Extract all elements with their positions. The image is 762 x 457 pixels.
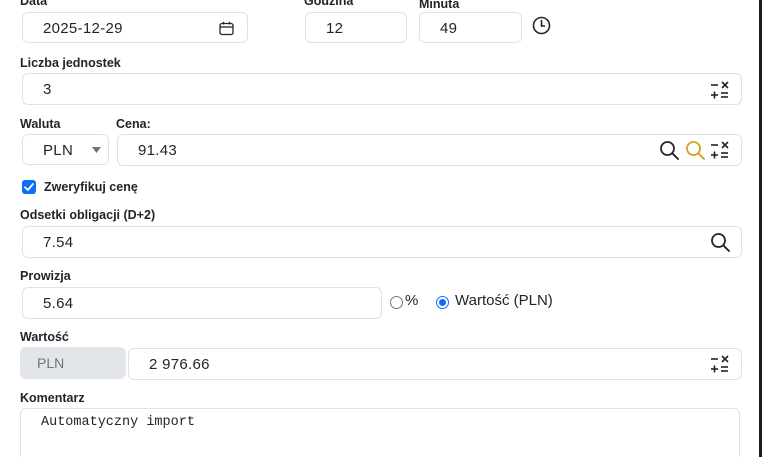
currency-label: Waluta bbox=[20, 117, 61, 131]
currency-value: PLN bbox=[43, 142, 74, 159]
calculator-icon[interactable] bbox=[710, 354, 730, 374]
bond-interest-value: 7.54 bbox=[43, 234, 74, 251]
price-label: Cena: bbox=[116, 117, 151, 131]
calculator-icon[interactable] bbox=[710, 80, 730, 100]
price-input[interactable]: 91.43 bbox=[117, 134, 742, 166]
units-input[interactable]: 3 bbox=[22, 73, 742, 105]
date-input[interactable]: 2025-12-29 bbox=[22, 12, 248, 43]
commission-value-radio[interactable] bbox=[436, 296, 449, 309]
checkmark-icon bbox=[24, 183, 34, 191]
commission-percent-radio[interactable] bbox=[390, 296, 403, 309]
minute-value: 49 bbox=[440, 20, 458, 37]
commission-percent-label[interactable]: % bbox=[405, 292, 418, 309]
total-label: Wartość bbox=[20, 330, 69, 344]
radio-selected-dot bbox=[439, 299, 446, 306]
total-input[interactable]: 2 976.66 bbox=[128, 348, 742, 380]
search-highlight-icon[interactable] bbox=[685, 140, 706, 161]
bond-interest-input[interactable]: 7.54 bbox=[22, 226, 742, 258]
hour-value: 12 bbox=[326, 20, 344, 37]
calendar-icon[interactable] bbox=[219, 21, 234, 36]
units-label: Liczba jednostek bbox=[20, 56, 121, 70]
minute-input[interactable]: 49 bbox=[419, 12, 522, 43]
comment-textarea[interactable]: Automatyczny import bbox=[20, 408, 740, 457]
search-icon[interactable] bbox=[710, 232, 731, 253]
hour-label: Godzina bbox=[304, 0, 354, 8]
price-value: 91.43 bbox=[138, 142, 178, 159]
total-value: 2 976.66 bbox=[149, 356, 210, 373]
units-value: 3 bbox=[43, 81, 52, 98]
commission-value-option-label[interactable]: Wartość (PLN) bbox=[455, 292, 553, 309]
search-icon[interactable] bbox=[659, 140, 680, 161]
currency-select[interactable]: PLN bbox=[22, 134, 109, 165]
hour-input[interactable]: 12 bbox=[305, 12, 407, 43]
total-currency-display: PLN bbox=[20, 347, 126, 379]
commission-input[interactable]: 5.64 bbox=[22, 287, 382, 319]
calculator-icon[interactable] bbox=[710, 140, 730, 160]
total-currency-value: PLN bbox=[37, 355, 65, 371]
comment-value: Automatyczny import bbox=[41, 415, 195, 430]
date-value: 2025-12-29 bbox=[43, 20, 123, 37]
verify-price-label[interactable]: Zweryfikuj cenę bbox=[44, 180, 138, 194]
comment-label: Komentarz bbox=[20, 391, 85, 405]
commission-label: Prowizja bbox=[20, 269, 71, 283]
commission-value: 5.64 bbox=[43, 295, 74, 312]
minute-label: Minuta bbox=[419, 0, 460, 11]
bond-interest-label: Odsetki obligacji (D+2) bbox=[20, 208, 156, 222]
clock-icon[interactable] bbox=[532, 16, 551, 35]
date-label: Data bbox=[20, 0, 48, 8]
caret-down-icon bbox=[92, 147, 101, 153]
verify-price-checkbox[interactable] bbox=[22, 180, 36, 194]
